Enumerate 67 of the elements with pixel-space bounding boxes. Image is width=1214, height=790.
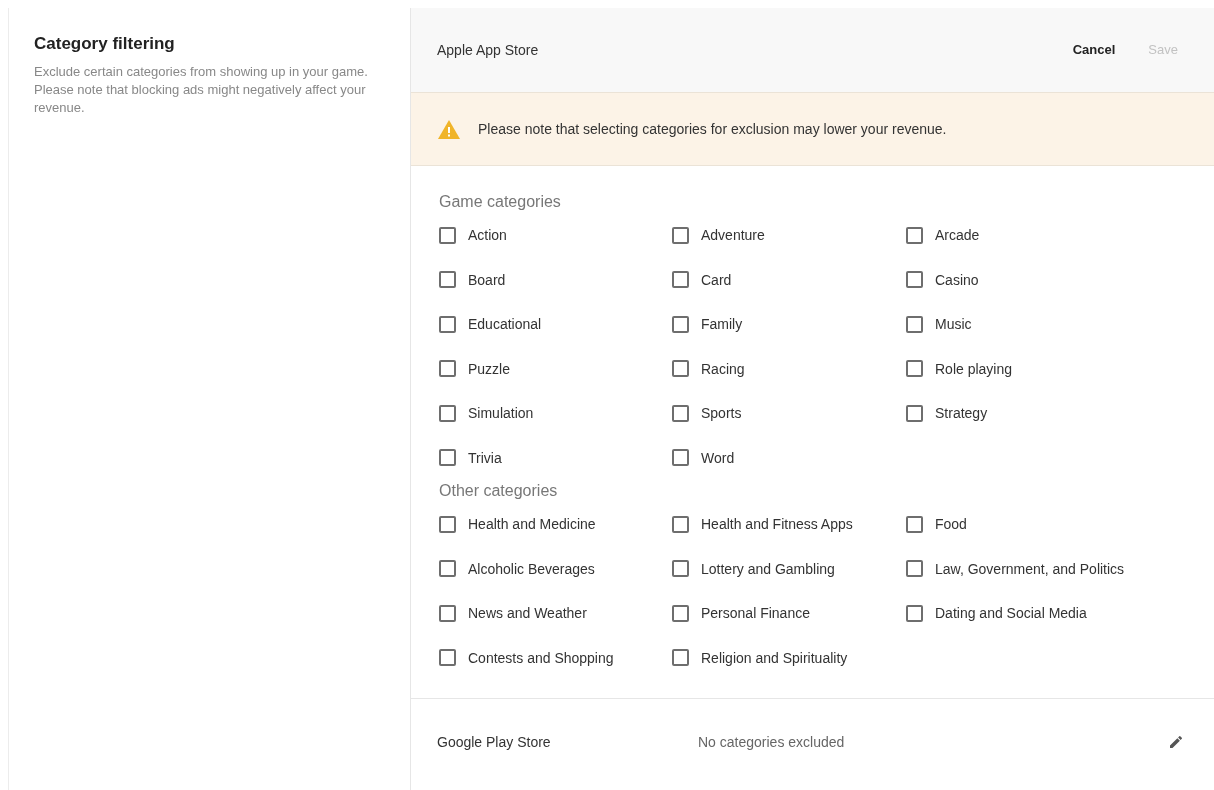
checkbox[interactable] bbox=[439, 226, 456, 244]
category-checkbox[interactable]: Simulation bbox=[439, 391, 672, 436]
category-checkbox[interactable]: Lottery and Gambling bbox=[672, 546, 906, 591]
category-checkbox[interactable]: Alcoholic Beverages bbox=[439, 546, 672, 591]
group-title: Game categories bbox=[439, 192, 562, 212]
category-checkbox[interactable]: Casino bbox=[906, 257, 1166, 302]
category-checkbox[interactable]: Personal Finance bbox=[672, 591, 906, 636]
category-checkbox[interactable]: Role playing bbox=[906, 346, 1166, 391]
checkbox[interactable] bbox=[439, 649, 456, 667]
category-checkbox[interactable]: Health and Fitness Apps bbox=[672, 502, 906, 547]
checkbox[interactable] bbox=[672, 449, 689, 467]
checkbox[interactable] bbox=[672, 226, 689, 244]
category-checkbox[interactable]: Puzzle bbox=[439, 346, 672, 391]
section-description: Exclude certain categories from showing up in your game. Please note that blocking ads might negatively affect your revenue. bbox=[34, 62, 369, 117]
checkbox[interactable] bbox=[672, 515, 689, 533]
checkbox[interactable] bbox=[672, 604, 689, 622]
category-checkbox[interactable]: Card bbox=[672, 257, 906, 302]
category-checkbox[interactable]: Food bbox=[906, 502, 1166, 547]
category-checkbox[interactable]: Law, Government, and Politics bbox=[906, 546, 1166, 591]
section-title: Category filtering bbox=[34, 33, 176, 55]
checkbox[interactable] bbox=[906, 226, 923, 244]
checkbox[interactable] bbox=[439, 560, 456, 578]
status-text: No categories excluded bbox=[698, 732, 846, 752]
category-checkbox[interactable]: Music bbox=[906, 302, 1166, 347]
category-checkbox[interactable]: Dating and Social Media bbox=[906, 591, 1166, 636]
category-checkbox[interactable]: News and Weather bbox=[439, 591, 672, 636]
checkbox[interactable] bbox=[439, 449, 456, 467]
category-checkbox[interactable]: Arcade bbox=[906, 213, 1166, 258]
warning-icon bbox=[437, 118, 461, 140]
category-checkbox[interactable]: Health and Medicine bbox=[439, 502, 672, 547]
checkbox[interactable] bbox=[439, 271, 456, 289]
checkbox[interactable] bbox=[439, 604, 456, 622]
checkbox[interactable] bbox=[439, 315, 456, 333]
category-checkbox[interactable]: Strategy bbox=[906, 391, 1166, 436]
checkbox[interactable] bbox=[906, 271, 923, 289]
checkbox[interactable] bbox=[672, 404, 689, 422]
category-checkbox[interactable]: Racing bbox=[672, 346, 906, 391]
checkbox[interactable] bbox=[439, 515, 456, 533]
category-checkbox[interactable]: Sports bbox=[672, 391, 906, 436]
checkbox[interactable] bbox=[439, 404, 456, 422]
category-checkbox[interactable]: Adventure bbox=[672, 213, 906, 258]
category-checkbox[interactable]: Trivia bbox=[439, 435, 672, 480]
action-button[interactable]: Cancel bbox=[1072, 40, 1116, 60]
pencil-icon bbox=[1168, 734, 1184, 750]
category-checkbox[interactable]: Board bbox=[439, 257, 672, 302]
category-checkbox[interactable]: Religion and Spirituality bbox=[672, 635, 906, 680]
checkbox[interactable] bbox=[672, 315, 689, 333]
checkbox[interactable] bbox=[672, 271, 689, 289]
checkbox[interactable] bbox=[906, 515, 923, 533]
category-checkbox[interactable]: Action bbox=[439, 213, 672, 258]
checkbox[interactable] bbox=[439, 360, 456, 378]
category-checkbox[interactable]: Contests and Shopping bbox=[439, 635, 672, 680]
checkbox[interactable] bbox=[906, 315, 923, 333]
category-checkbox[interactable]: Word bbox=[672, 435, 906, 480]
checkbox[interactable] bbox=[672, 560, 689, 578]
checkbox[interactable] bbox=[672, 360, 689, 378]
checkbox[interactable] bbox=[672, 649, 689, 667]
warning-text: Please note that selecting categories for exclusion may lower your revenue. bbox=[478, 119, 947, 139]
checkbox[interactable] bbox=[906, 360, 923, 378]
checkbox[interactable] bbox=[906, 604, 923, 622]
checkbox[interactable] bbox=[906, 404, 923, 422]
store-name: Google Play Store bbox=[437, 732, 552, 752]
category-checkbox[interactable]: Family bbox=[672, 302, 906, 347]
category-checkbox[interactable]: Educational bbox=[439, 302, 672, 347]
checkbox[interactable] bbox=[906, 560, 923, 578]
group-title: Other categories bbox=[439, 481, 559, 501]
store-name: Apple App Store bbox=[437, 40, 540, 60]
